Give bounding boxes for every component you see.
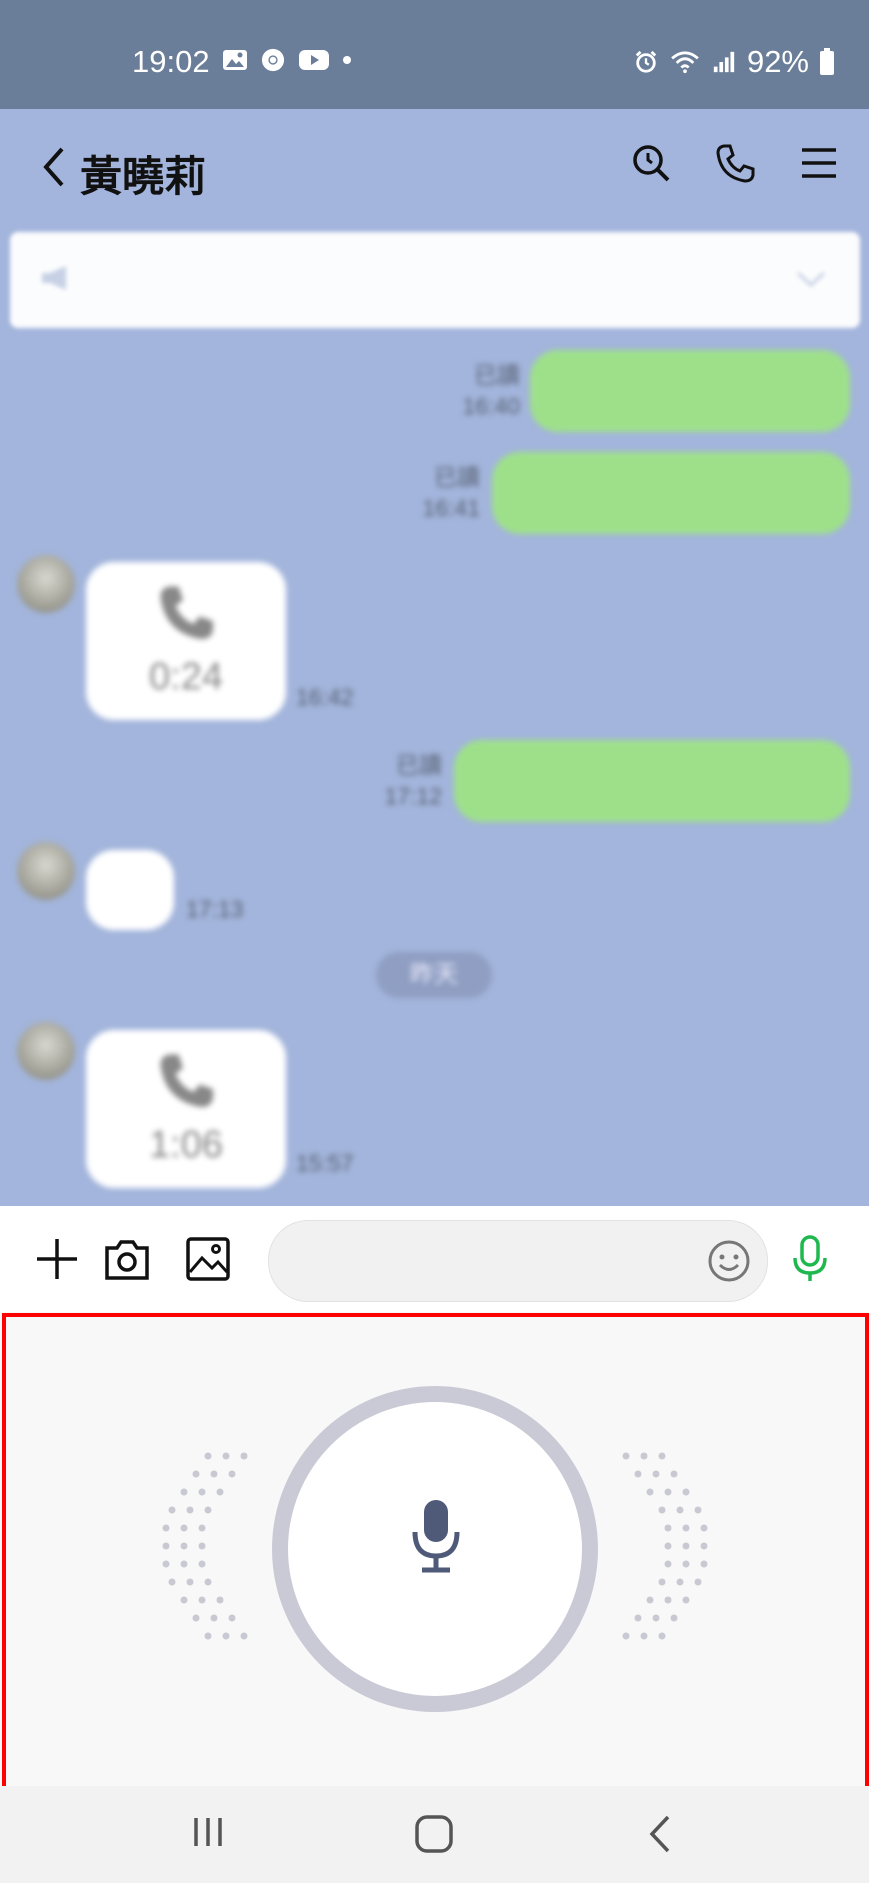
notification-dot-icon <box>343 56 351 64</box>
highlight-frame <box>2 1313 869 1790</box>
message-input[interactable] <box>293 1239 697 1285</box>
mic-icon[interactable] <box>790 1234 830 1284</box>
read-status: 已讀 <box>396 752 442 778</box>
recents-icon[interactable] <box>190 1814 226 1850</box>
image-icon[interactable] <box>185 1236 231 1282</box>
system-nav-bar <box>0 1786 869 1883</box>
read-status: 已讀 <box>474 362 520 388</box>
plus-icon[interactable] <box>34 1236 80 1282</box>
announcement-bar[interactable] <box>10 232 860 328</box>
status-right: 92% <box>633 44 835 80</box>
alarm-icon <box>635 50 657 73</box>
date-separator: 昨天 <box>376 952 492 998</box>
back-arrow-icon[interactable] <box>38 145 68 189</box>
message-time: 16:40 <box>462 393 520 419</box>
outgoing-message-bubble[interactable] <box>492 452 850 534</box>
status-bar: 19:02 92% <box>0 0 869 109</box>
call-duration: 0:24 <box>149 656 223 698</box>
message-time: 16:42 <box>296 684 354 710</box>
call-bubble[interactable]: 0:24 <box>86 562 286 720</box>
battery-percent: 92% <box>746 44 809 79</box>
chat-area: 已讀 16:40 已讀 16:41 0:24 16:42 已讀 17:12 17… <box>0 330 869 1206</box>
signal-icon <box>713 51 735 73</box>
back-icon[interactable] <box>646 1814 674 1854</box>
status-left-icons <box>222 48 352 72</box>
call-icon <box>160 1054 213 1107</box>
menu-icon[interactable] <box>799 143 839 183</box>
call-bubble[interactable]: 1:06 <box>86 1030 286 1188</box>
chevron-down-icon[interactable] <box>796 270 826 288</box>
gallery-icon <box>223 50 247 70</box>
header-actions <box>631 143 839 183</box>
call-duration: 1:06 <box>149 1124 223 1166</box>
chrome-icon <box>261 48 285 72</box>
read-status: 已讀 <box>434 464 480 490</box>
input-bar <box>0 1206 869 1312</box>
camera-icon[interactable] <box>104 1236 150 1282</box>
call-icon <box>160 586 213 639</box>
status-time: 19:02 <box>132 44 210 79</box>
chat-title: 黃曉莉 <box>80 153 207 200</box>
message-meta: 已讀 17:12 <box>362 750 442 812</box>
avatar[interactable] <box>17 555 75 613</box>
message-time: 15:57 <box>296 1150 354 1176</box>
message-time: 17:12 <box>384 783 442 809</box>
search-icon[interactable] <box>631 143 671 183</box>
incoming-message-bubble[interactable] <box>86 850 174 930</box>
youtube-icon <box>299 50 329 70</box>
chat-header: 黃曉莉 <box>0 109 869 224</box>
battery-icon <box>820 48 834 75</box>
avatar[interactable] <box>17 842 75 900</box>
megaphone-icon <box>42 266 66 290</box>
message-time: 17:13 <box>186 896 244 922</box>
outgoing-message-bubble[interactable] <box>454 740 850 822</box>
home-icon[interactable] <box>414 1814 454 1854</box>
wifi-icon <box>671 51 699 74</box>
message-time: 16:41 <box>422 495 480 521</box>
emoji-icon[interactable] <box>707 1239 751 1283</box>
outgoing-message-bubble[interactable] <box>530 350 850 432</box>
message-meta: 已讀 16:41 <box>400 462 480 524</box>
avatar[interactable] <box>17 1022 75 1080</box>
phone-icon[interactable] <box>715 143 755 183</box>
message-input-field[interactable] <box>268 1220 768 1302</box>
message-meta: 已讀 16:40 <box>440 360 520 422</box>
